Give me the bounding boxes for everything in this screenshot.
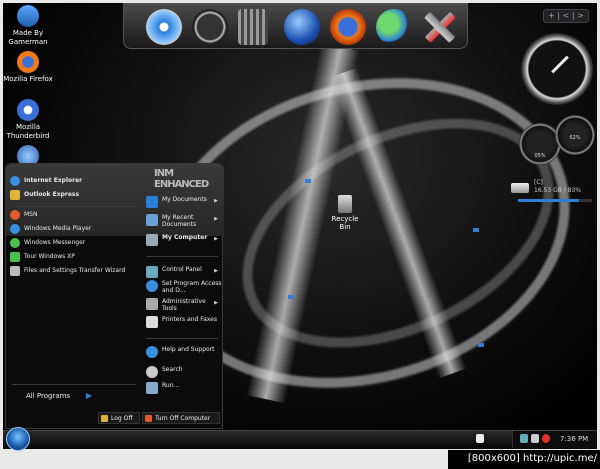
recent-windows-media-player[interactable]: Windows Media Player xyxy=(10,222,136,236)
watermark: [800x600] http://upic.me/ xyxy=(448,450,600,469)
folder-icon xyxy=(146,196,158,208)
arrow-right-icon: ▶ xyxy=(86,391,93,400)
firefox-icon xyxy=(17,51,39,73)
clock-icon[interactable] xyxy=(192,9,228,45)
thunderbird-icon xyxy=(17,99,39,121)
transfer-icon xyxy=(10,266,20,276)
turn-off-button[interactable]: Turn Off Computer xyxy=(142,412,220,424)
separator xyxy=(12,384,136,385)
ie-icon xyxy=(10,176,20,186)
wmp-icon xyxy=(10,224,20,234)
volume-icon[interactable] xyxy=(531,434,539,443)
chevron-right-icon: ▶ xyxy=(214,216,218,222)
search[interactable]: Search xyxy=(146,366,222,378)
separator xyxy=(146,338,218,339)
drive-usage-bar xyxy=(518,199,592,202)
desktop-icon-thunderbird[interactable]: Mozilla Thunderbird xyxy=(3,99,58,141)
separator xyxy=(146,256,218,257)
computer-icon xyxy=(146,234,158,246)
hard-drive-icon xyxy=(511,183,529,193)
messenger-icon[interactable] xyxy=(376,9,412,45)
help-icon[interactable] xyxy=(476,434,484,443)
firefox-icon[interactable] xyxy=(330,9,366,45)
ram-gauge[interactable]: 62% xyxy=(555,115,595,155)
globe-icon[interactable] xyxy=(284,9,320,45)
my-documents[interactable]: My Documents ▶ xyxy=(146,196,222,208)
start-menu: INM ENHANCED Internet Explorer Outlook E… xyxy=(5,163,224,429)
desktop-icon-made-by[interactable]: Made By Gamerman xyxy=(3,5,58,47)
start-button[interactable] xyxy=(6,427,30,451)
printer-icon xyxy=(146,316,158,328)
chevron-right-icon: ▶ xyxy=(214,236,218,242)
user-icon xyxy=(17,5,39,27)
separator xyxy=(12,206,136,207)
desktop: Made By Gamerman Mozilla Firefox Mozilla… xyxy=(3,3,597,449)
trash-icon[interactable] xyxy=(238,9,268,45)
control-panel[interactable]: Control Panel ▶ xyxy=(146,266,222,278)
security-icon[interactable] xyxy=(542,434,550,443)
control-panel-icon xyxy=(146,266,158,278)
widget-controls[interactable]: + | < | > xyxy=(543,9,589,23)
taskbar xyxy=(3,430,597,449)
power-icon xyxy=(145,415,152,422)
chevron-right-icon: ▶ xyxy=(214,198,218,204)
clock-gadget[interactable] xyxy=(521,33,593,105)
start-menu-logo: INM ENHANCED xyxy=(154,168,209,190)
admin-tools-icon xyxy=(146,298,158,310)
my-recent-documents[interactable]: My Recent Documents ▶ xyxy=(146,214,222,228)
pinned-outlook-express[interactable]: Outlook Express xyxy=(10,188,136,202)
safari-icon[interactable] xyxy=(146,9,182,45)
run-icon xyxy=(146,382,158,394)
log-off-icon xyxy=(101,415,108,422)
printers-and-faxes[interactable]: Printers and Faxes xyxy=(146,316,222,328)
help-icon xyxy=(146,346,158,358)
wallpaper-accent xyxy=(473,228,479,232)
msn-icon xyxy=(10,210,20,220)
my-computer[interactable]: My Computer ▶ xyxy=(146,234,222,246)
network-icon[interactable] xyxy=(520,434,528,443)
desktop-icon-firefox[interactable]: Mozilla Firefox xyxy=(3,51,58,84)
program-access-icon xyxy=(146,280,158,292)
recent-windows-messenger[interactable]: Windows Messenger xyxy=(10,236,136,250)
run[interactable]: Run... xyxy=(146,382,222,394)
recent-msn[interactable]: MSN xyxy=(10,208,136,222)
set-program-access[interactable]: Set Program Access and D... xyxy=(146,280,222,294)
messenger-icon xyxy=(10,238,20,248)
wallpaper-accent xyxy=(478,343,484,347)
outlook-icon xyxy=(10,190,20,200)
recent-docs-icon xyxy=(146,214,158,226)
all-programs-button[interactable]: All Programs xyxy=(26,392,70,400)
recycle-bin-icon xyxy=(338,195,352,213)
pinned-internet-explorer[interactable]: Internet Explorer xyxy=(10,174,136,188)
log-off-button[interactable]: Log Off xyxy=(98,412,140,424)
clock-hand xyxy=(551,55,569,74)
recent-tour-windows-xp[interactable]: Tour Windows XP xyxy=(10,250,136,264)
wallpaper-accent xyxy=(305,179,311,183)
administrative-tools[interactable]: Administrative Tools ▶ xyxy=(146,298,222,312)
help-and-support[interactable]: Help and Support xyxy=(146,346,222,358)
recent-transfer-wizard[interactable]: Files and Settings Transfer Wizard xyxy=(10,264,136,278)
wallpaper-accent xyxy=(288,295,294,299)
taskbar-clock[interactable]: 7:36 PM xyxy=(560,431,588,448)
top-dock xyxy=(123,3,468,49)
chevron-right-icon: ▶ xyxy=(214,300,218,306)
search-icon xyxy=(146,366,158,378)
chevron-right-icon: ▶ xyxy=(214,268,218,274)
tour-icon xyxy=(10,252,20,262)
tools-icon[interactable] xyxy=(422,9,458,45)
desktop-icon-recycle-bin[interactable]: Recycle Bin xyxy=(325,195,365,231)
screenshot-frame: Made By Gamerman Mozilla Firefox Mozilla… xyxy=(0,0,600,469)
